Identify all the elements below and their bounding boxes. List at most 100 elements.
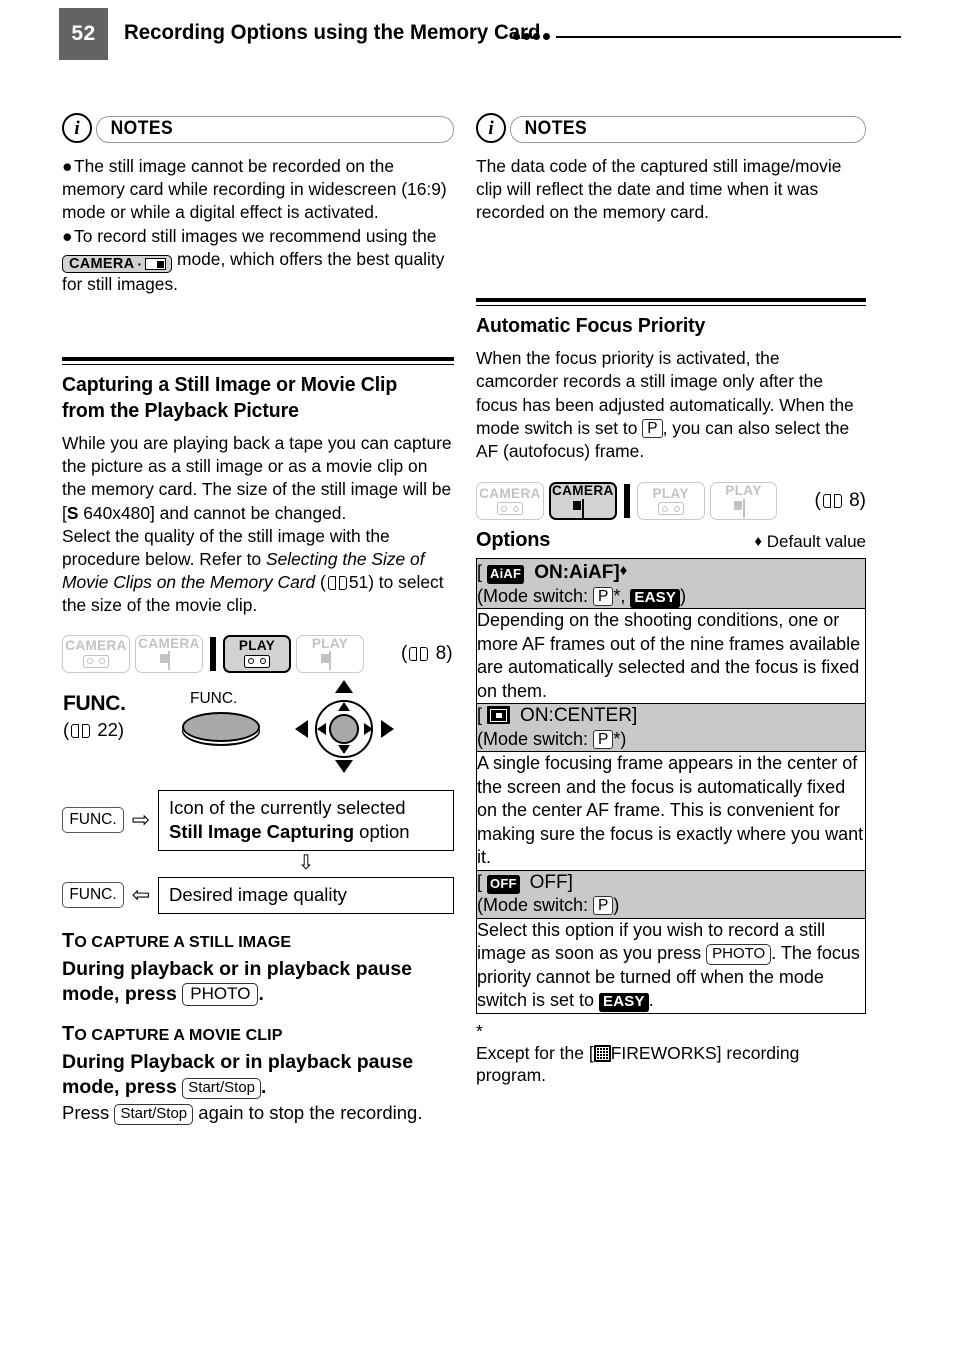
tape-icon <box>83 654 109 668</box>
manual-book-icon <box>409 646 429 661</box>
page-title: Recording Options using the Memory Card <box>124 20 541 44</box>
manual-book-icon <box>327 576 347 591</box>
card-icon <box>742 498 745 518</box>
mode-separator <box>210 636 216 671</box>
mode-badge-play-card[interactable]: PLAY <box>709 482 778 521</box>
p-mode-key: P <box>642 418 663 438</box>
notes-bullet-2: ●To record still images we recommend usi… <box>62 225 445 295</box>
mode-separator <box>623 484 630 519</box>
notes-text: The data code of the captured still imag… <box>476 156 842 223</box>
section-body-right: When the focus priority is activated, th… <box>476 347 866 463</box>
easy-mode-icon: EASY <box>630 588 681 608</box>
table-row: A single focusing frame appears in the c… <box>476 751 866 871</box>
fireworks-icon <box>593 1044 611 1062</box>
footnote-marker: * <box>476 1020 483 1041</box>
start-stop-key[interactable]: Start/Stop <box>114 1103 194 1125</box>
joystick-illustration <box>295 679 394 774</box>
tape-icon <box>496 502 523 516</box>
flow-step-1-text: Icon of the currently selected Still Ima… <box>158 789 454 851</box>
mode-badge-camera-card[interactable]: CAMERA <box>135 634 203 673</box>
section-divider-right <box>476 297 866 307</box>
procedure-1-text: During playback or in playback pause mod… <box>62 957 413 1006</box>
option-desc-off: Select this option if you wish to record… <box>476 917 866 1014</box>
func-diagram: FUNC. ( 22) FUNC. <box>62 679 454 786</box>
options-header: Options ♦ Default value <box>476 529 866 552</box>
mode-badge-play-card[interactable]: PLAY <box>296 634 364 673</box>
mode-badge-camera-card[interactable]: CAMERA <box>548 482 617 521</box>
p-mode-key: P <box>593 729 614 749</box>
notes-header-right: i NOTES <box>476 113 866 144</box>
off-icon: OFF <box>487 874 520 894</box>
mode-page-reference: ( 8) <box>814 490 866 512</box>
func-key-2[interactable]: FUNC. <box>62 882 124 909</box>
card-icon <box>145 258 167 271</box>
footnote-text: Except for the [FIREWORKS] recording pro… <box>476 1042 800 1085</box>
photo-key[interactable]: PHOTO <box>706 944 772 966</box>
procedure-2-text: During Playback or in playback pause mod… <box>62 1050 414 1099</box>
option-desc-aiaf: Depending on the shooting conditions, on… <box>476 608 866 705</box>
default-marker: ♦ <box>619 562 628 580</box>
table-row: Depending on the shooting conditions, on… <box>476 608 866 705</box>
page-header: 52 Recording Options using the Memory Ca… <box>0 0 954 96</box>
options-label: Options <box>476 529 551 552</box>
option-name-off: [ OFF OFF] (Mode switch: P) <box>476 869 866 919</box>
mode-badge-camera-tape[interactable]: CAMERA <box>62 634 130 673</box>
arrow-down-icon: ⇩ <box>297 851 315 874</box>
option-name-aiaf: [ AiAF ON:AiAF]♦ (Mode switch: P *, EASY) <box>476 558 866 610</box>
easy-mode-icon: EASY <box>599 993 649 1013</box>
option-desc-center: A single focusing frame appears in the c… <box>476 751 866 871</box>
card-icon <box>581 498 584 518</box>
mode-badge-play-tape[interactable]: PLAY <box>223 634 291 673</box>
mode-page-reference: ( 8) <box>401 642 453 664</box>
mode-badge-play-tape[interactable]: PLAY <box>636 482 705 521</box>
default-value-legend: ♦ Default value <box>754 532 866 552</box>
focus-priority-paragraph: When the focus priority is activated, th… <box>476 348 854 461</box>
tape-icon <box>244 654 270 668</box>
section-heading-capturing: Capturing a Still Image or Movie Clip fr… <box>62 373 398 423</box>
section-body-left: While you are playing back a tape you ca… <box>62 432 454 618</box>
joystick-inner-up-icon <box>338 701 350 711</box>
procedure-heading-movie-clip: TO CAPTURE A MOVIE CLIP <box>62 1022 283 1045</box>
card-icon <box>168 651 170 671</box>
func-page-reference: ( 22) <box>63 718 125 740</box>
header-dots-decoration <box>513 33 557 41</box>
page-number-badge: 52 <box>59 8 108 60</box>
aiaf-icon: AiAF <box>487 565 525 585</box>
arrow-left-icon: ⇦ <box>131 882 151 908</box>
right-column: i NOTES The data code of the captured st… <box>476 113 866 1086</box>
func-button-caption: FUNC. <box>190 689 238 707</box>
photo-key[interactable]: PHOTO <box>182 982 259 1006</box>
options-table: [ AiAF ON:AiAF]♦ (Mode switch: P *, EASY)… <box>476 558 866 1014</box>
mode-badge-row-left: CAMERA CAMERA PLAY PLAY ( 8) <box>62 634 454 674</box>
joystick-left-arrow-icon <box>295 719 308 738</box>
bullet-dot-icon: ● <box>62 225 73 246</box>
func-title: FUNC. <box>63 691 126 715</box>
procedure-heading-still-image: TO CAPTURE A STILL IMAGE <box>62 929 292 952</box>
diamond-icon: ♦ <box>754 533 763 551</box>
section-heading-focus-priority: Automatic Focus Priority <box>476 314 706 338</box>
joystick-up-arrow-icon <box>335 679 353 693</box>
joystick-inner-right-icon <box>364 722 373 735</box>
joystick-inner-down-icon <box>338 744 350 754</box>
mode-badge-camera-tape[interactable]: CAMERA <box>476 482 544 521</box>
manual-book-icon <box>822 494 842 509</box>
joystick-inner-left-icon <box>317 722 326 735</box>
footnote: * Except for the [FIREWORKS] recording p… <box>476 1020 866 1086</box>
p-mode-key: P <box>593 586 614 606</box>
notes-body-left: ●The still image cannot be recorded on t… <box>62 155 454 297</box>
notes-header-left: i NOTES <box>62 113 454 144</box>
table-row: Select this option if you wish to record… <box>476 917 866 1014</box>
mode-badge-row-right: CAMERA CAMERA PLAY PLAY ( 8) <box>476 481 866 521</box>
func-key-1[interactable]: FUNC. <box>62 807 124 834</box>
notes-body-right: The data code of the captured still imag… <box>476 155 866 225</box>
joystick-right-arrow-icon <box>381 719 394 738</box>
procedure-2-followup: Press Start/Stop again to stop the recor… <box>62 1101 423 1125</box>
flow-step-1: FUNC. ⇨ Icon of the currently selected S… <box>62 789 454 851</box>
card-icon <box>329 651 331 671</box>
notes-label: NOTES <box>520 118 592 140</box>
p-mode-key: P <box>593 896 614 916</box>
start-stop-key[interactable]: Start/Stop <box>182 1077 261 1099</box>
func-button-illustration <box>182 711 260 742</box>
table-row: [ OFF OFF] (Mode switch: P) <box>476 869 866 919</box>
bullet-dot-icon: ● <box>62 156 73 176</box>
